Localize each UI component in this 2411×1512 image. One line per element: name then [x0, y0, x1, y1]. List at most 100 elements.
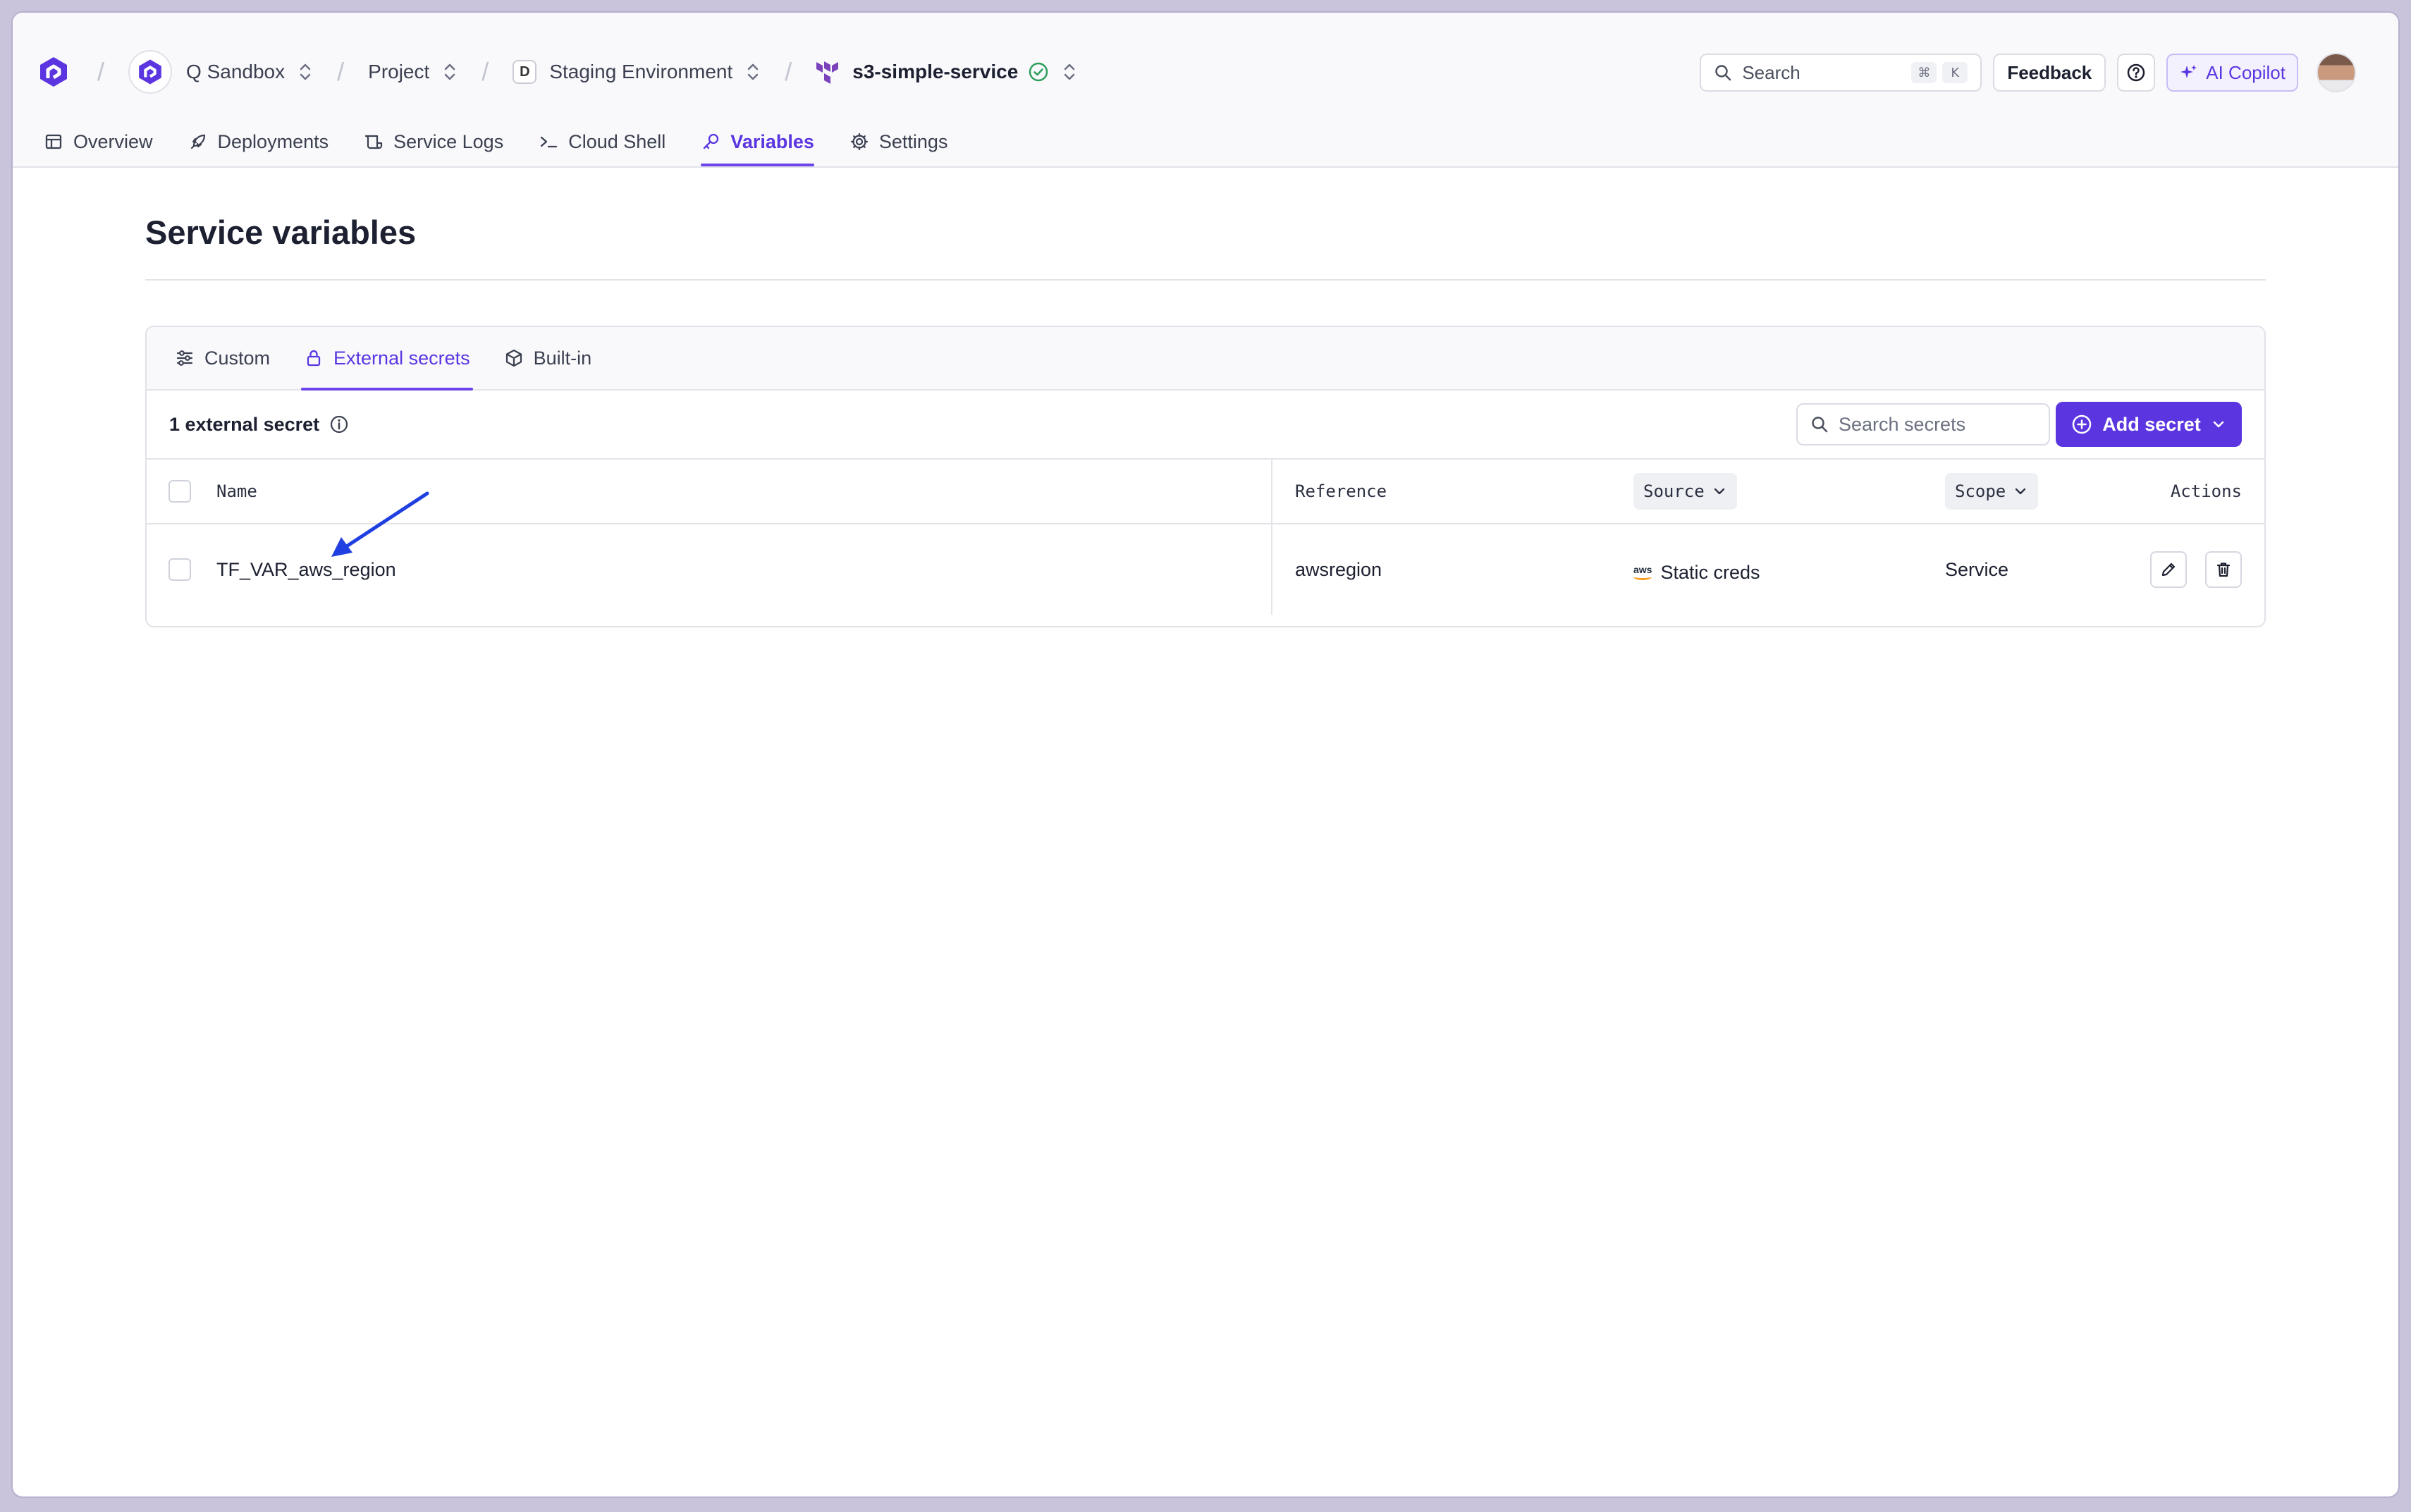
divider	[145, 279, 2266, 281]
org-logo-icon	[128, 50, 173, 94]
topbar-tools: Search ⌘ K Feedback AI Copilot	[1700, 52, 2356, 93]
column-header-name: Name	[147, 460, 1272, 524]
breadcrumb-project[interactable]: Project	[368, 61, 458, 83]
plus-circle-icon	[2072, 414, 2092, 434]
tab-settings[interactable]: Settings	[849, 117, 947, 166]
environment-name: Staging Environment	[549, 61, 733, 82]
service-name: s3-simple-service	[852, 61, 1019, 82]
column-label: Actions	[2170, 481, 2242, 501]
secret-count: 1 external secret	[169, 414, 349, 436]
table-header-row: Name Reference Source Scope Actions	[147, 460, 2264, 524]
scope-filter-dropdown[interactable]: Scope	[1945, 473, 2039, 510]
tab-cloud-shell[interactable]: Cloud Shell	[539, 117, 665, 166]
chevron-up-down-icon	[745, 61, 761, 82]
tab-label: Variables	[730, 130, 814, 152]
search-icon	[1812, 417, 1828, 433]
status-check-icon	[1028, 61, 1049, 82]
cell-reference: awsregion	[1272, 524, 1633, 615]
chevron-down-icon	[2016, 488, 2026, 495]
column-label: Name	[216, 481, 257, 501]
help-button[interactable]	[2117, 54, 2156, 92]
layout-icon	[45, 134, 62, 149]
user-avatar[interactable]	[2317, 53, 2356, 92]
rocket-icon	[190, 134, 205, 149]
secret-reference: awsregion	[1295, 558, 1382, 580]
edit-secret-button[interactable]	[2150, 551, 2188, 588]
column-header-source: Source	[1633, 460, 1944, 524]
top-bar: / Q Sandbox / Project / D Staging Enviro…	[13, 13, 2398, 168]
delete-secret-button[interactable]	[2205, 551, 2242, 588]
source-filter-dropdown[interactable]: Source	[1633, 473, 1737, 510]
table-row[interactable]: TF_VAR_aws_region awsregion aws Static c…	[147, 524, 2264, 615]
breadcrumb-separator: /	[337, 57, 345, 86]
column-label: Source	[1643, 481, 1705, 501]
cell-name: TF_VAR_aws_region	[147, 524, 1272, 615]
key-icon	[704, 133, 719, 149]
breadcrumb: / Q Sandbox / Project / D Staging Enviro…	[34, 44, 1077, 100]
scroll-icon	[365, 135, 383, 149]
gear-icon	[850, 133, 868, 151]
tab-label: Built-in	[533, 347, 592, 369]
page-title: Service variables	[145, 214, 417, 251]
secrets-toolbar: 1 external secret Search secrets Add sec…	[147, 391, 2264, 460]
lock-icon	[307, 350, 321, 367]
chevron-up-down-icon	[1062, 61, 1077, 82]
aws-logo-icon: aws	[1633, 565, 1652, 580]
secret-count-label: 1 external secret	[169, 413, 320, 435]
global-search-input[interactable]: Search ⌘ K	[1700, 54, 1982, 92]
tab-deployments[interactable]: Deployments	[188, 117, 329, 166]
sparkles-icon	[2179, 63, 2199, 82]
secrets-table: Name Reference Source Scope Actions TF_V…	[147, 460, 2264, 615]
annotation-arrow-icon	[331, 491, 429, 557]
pencil-icon	[2162, 563, 2176, 577]
select-all-checkbox[interactable]	[168, 480, 191, 503]
tab-label: Cloud Shell	[568, 130, 666, 152]
ai-copilot-label: AI Copilot	[2206, 61, 2286, 83]
environment-badge: D	[513, 60, 537, 84]
secret-scope: Service	[1945, 558, 2009, 580]
app-window: / Q Sandbox / Project / D Staging Enviro…	[13, 13, 2398, 1496]
tab-external-secrets[interactable]: External secrets	[301, 327, 473, 391]
breadcrumb-separator: /	[481, 57, 489, 86]
breadcrumb-org[interactable]: Q Sandbox	[128, 50, 313, 94]
sliders-icon	[176, 350, 193, 366]
shortcut-key-cmd: ⌘	[1911, 62, 1937, 83]
trash-icon	[2216, 563, 2231, 577]
search-secrets-input[interactable]: Search secrets	[1796, 403, 2050, 445]
chevron-down-icon	[2213, 421, 2224, 428]
chevron-down-icon	[1714, 488, 1724, 495]
column-header-scope: Scope	[1944, 460, 2094, 524]
app-logo-icon[interactable]	[34, 52, 73, 92]
cube-icon	[505, 349, 522, 367]
add-secret-button[interactable]: Add secret	[2056, 402, 2242, 447]
search-placeholder: Search	[1742, 61, 1800, 83]
secret-source: Static creds	[1660, 561, 1760, 583]
tab-built-in[interactable]: Built-in	[504, 327, 592, 389]
tab-label: External secrets	[333, 347, 470, 369]
breadcrumb-separator: /	[785, 57, 792, 86]
breadcrumb-separator: /	[97, 57, 105, 86]
shortcut-key-k: K	[1942, 62, 1968, 83]
variable-type-tabs: Custom External secrets Built-in	[147, 327, 2264, 391]
row-checkbox[interactable]	[168, 558, 191, 581]
tab-label: Overview	[73, 130, 153, 152]
breadcrumb-environment[interactable]: D Staging Environment	[513, 60, 761, 84]
ai-copilot-button[interactable]: AI Copilot	[2166, 54, 2298, 92]
search-secrets-placeholder: Search secrets	[1839, 413, 1966, 435]
service-nav-tabs: Overview Deployments Service Logs Cloud …	[44, 117, 983, 166]
tab-label: Service Logs	[393, 130, 504, 152]
column-header-reference: Reference	[1272, 460, 1633, 524]
column-label: Reference	[1295, 481, 1387, 501]
cell-actions	[2094, 524, 2264, 615]
feedback-button[interactable]: Feedback	[1993, 54, 2106, 92]
tab-custom[interactable]: Custom	[175, 327, 270, 389]
tab-variables[interactable]: Variables	[701, 117, 814, 166]
info-icon[interactable]	[329, 414, 349, 434]
search-icon	[1714, 63, 1732, 82]
tab-overview[interactable]: Overview	[44, 117, 153, 166]
column-label: Scope	[1955, 481, 2006, 501]
tab-service-logs[interactable]: Service Logs	[364, 117, 503, 166]
cell-scope: Service	[1944, 524, 2094, 615]
breadcrumb-service[interactable]: s3-simple-service	[816, 59, 1077, 85]
cell-source: aws Static creds	[1633, 524, 1944, 615]
